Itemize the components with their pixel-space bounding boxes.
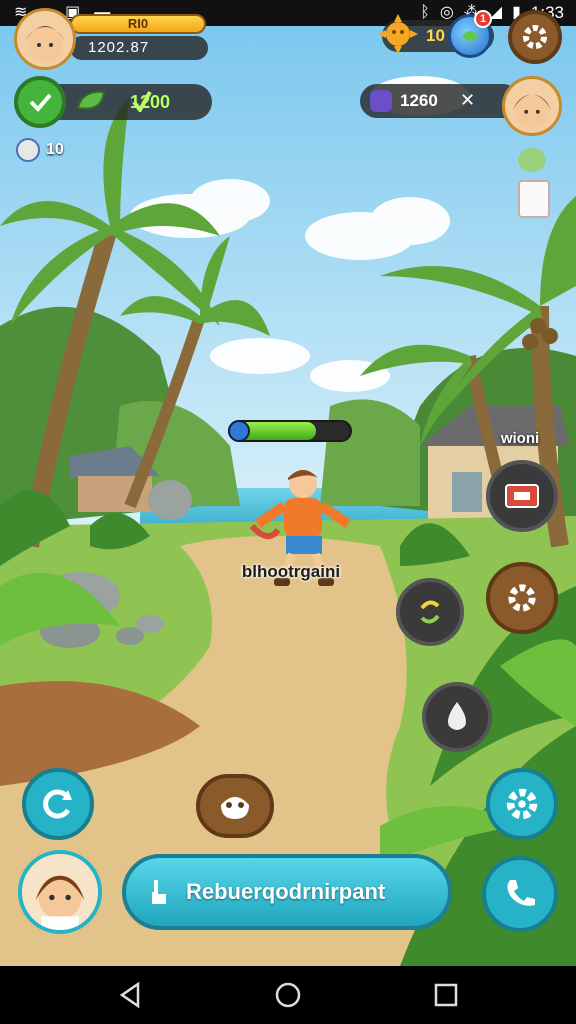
top-settings-button[interactable] [508,10,562,64]
chat-text: Rebuerqodrnirpant [186,879,386,904]
refresh-button[interactable] [22,768,94,840]
character-health-bar [228,420,352,442]
face-icon [221,797,249,819]
xp-bar: RI0 [70,14,206,34]
swap-icon [420,600,440,624]
shop-icon [505,484,539,508]
player-avatar[interactable] [18,850,102,934]
sun-icon [378,14,418,54]
refresh-icon [43,789,72,819]
map-scroll-icon[interactable] [518,148,546,172]
level-badge: 10 [16,138,64,162]
navigation-bar [0,966,576,1024]
gear-icon [523,25,547,49]
friend-avatar[interactable] [502,76,562,136]
chat-bar[interactable]: Rebuerqodrnirpant [122,854,452,930]
settings-button[interactable] [486,768,558,840]
globe-notification-badge: 1 [474,10,492,28]
potion-icon [370,90,392,112]
water-button[interactable] [422,682,492,752]
home-icon[interactable] [274,981,302,1009]
coins-counter: 1202.87 [70,36,208,60]
profile-avatar[interactable] [14,8,76,70]
swap-button[interactable] [396,578,464,646]
shuffle-icon[interactable]: ✕ [460,90,475,111]
hand-icon [152,880,166,904]
water-drop-icon [448,702,466,730]
craft-button[interactable] [486,562,558,634]
quest-note-icon[interactable] [518,180,550,218]
shop-button[interactable] [486,460,558,532]
checkmark-gem-icon[interactable] [14,76,66,128]
gem-icon [132,91,152,112]
level-icon [16,138,40,162]
call-button[interactable] [482,856,558,932]
emote-button[interactable] [196,774,274,838]
character-name: blhootrgaini [241,562,341,581]
level-value: 10 [46,141,64,158]
back-icon[interactable] [116,981,144,1009]
building-label: wioni [500,430,540,447]
phone-icon [507,880,535,906]
gear-icon [506,788,538,820]
leaf-icon [76,90,106,110]
cog-icon [508,584,536,612]
recents-icon[interactable] [432,981,460,1009]
shield-icon [228,420,250,442]
